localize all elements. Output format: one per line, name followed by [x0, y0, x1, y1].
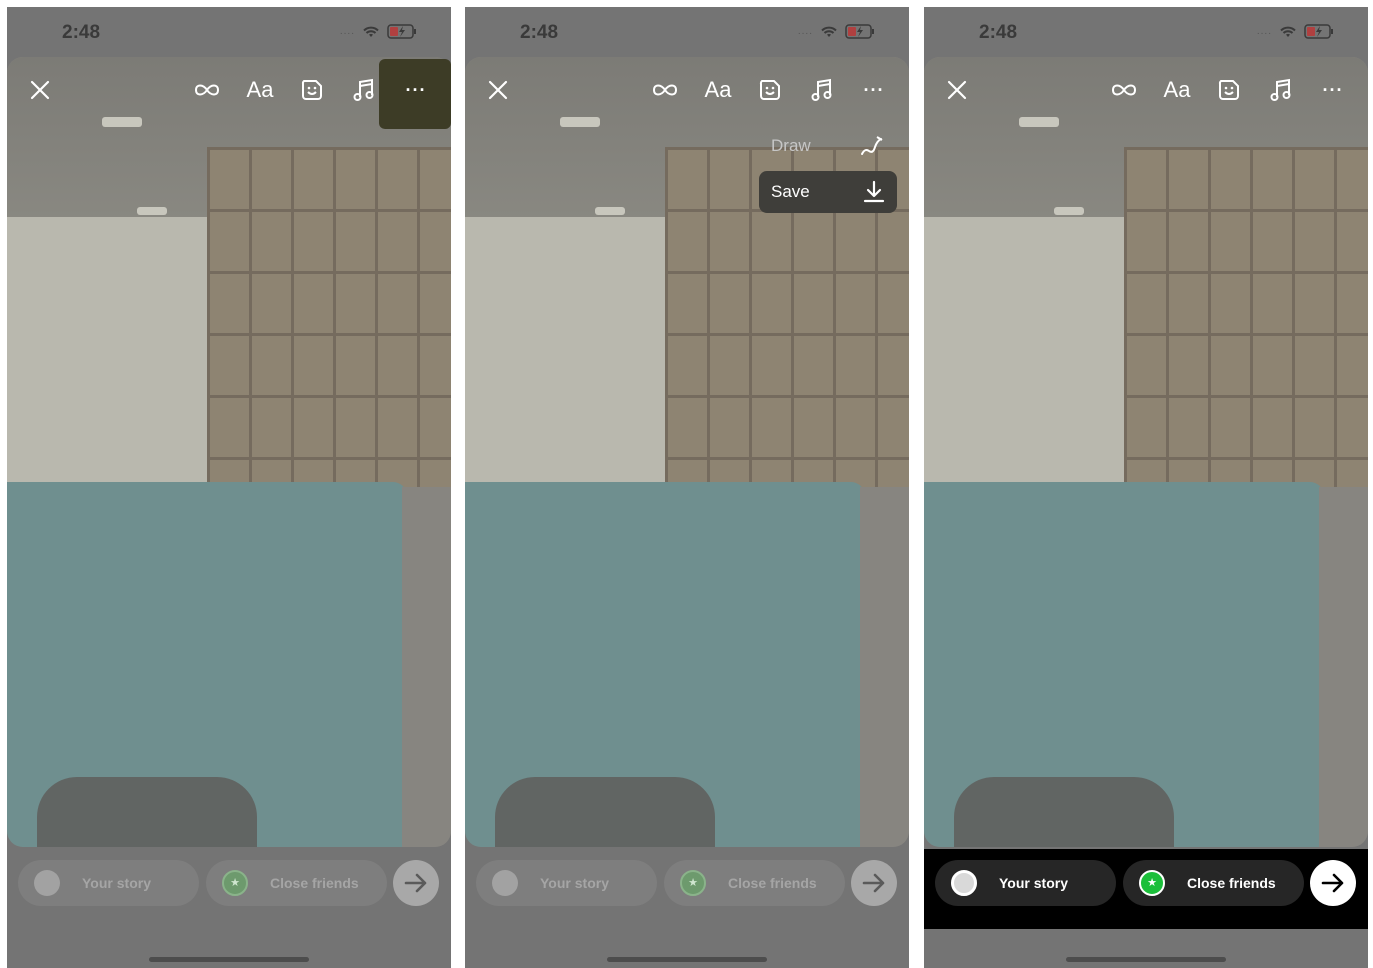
- signal-icon: ....: [1256, 26, 1272, 37]
- screen-step-3: 2:48 .... Aa ··· Your story ★ Close frie…: [924, 7, 1368, 968]
- download-icon: [863, 180, 885, 203]
- infinity-icon[interactable]: [192, 75, 222, 105]
- music-icon[interactable]: [807, 75, 837, 105]
- more-icon[interactable]: ···: [859, 75, 889, 105]
- arrow-right-icon[interactable]: [393, 860, 439, 906]
- signal-icon: ....: [797, 26, 813, 37]
- share-bar: Your story ★ Close friends: [7, 849, 451, 929]
- star-icon: ★: [1139, 870, 1165, 896]
- avatar: [34, 870, 60, 896]
- screen-step-1: 2:48 .... Aa ··· Your story ★ Close frie…: [7, 7, 451, 968]
- your-story-label: Your story: [540, 875, 609, 891]
- more-icon[interactable]: ···: [1318, 75, 1348, 105]
- avatar: [951, 870, 977, 896]
- arrow-right-icon[interactable]: [851, 860, 897, 906]
- text-icon[interactable]: Aa: [703, 75, 733, 105]
- story-photo: [7, 57, 451, 847]
- arrow-right-icon[interactable]: [1310, 860, 1356, 906]
- battery-icon: [387, 24, 416, 39]
- battery-icon: [845, 24, 874, 39]
- music-icon[interactable]: [349, 75, 379, 105]
- status-icons: ....: [340, 24, 417, 39]
- story-toolbar: Aa ···: [924, 69, 1368, 113]
- text-tool-label: Aa: [704, 77, 732, 102]
- infinity-icon[interactable]: [1109, 75, 1139, 105]
- star-icon: ★: [680, 870, 706, 896]
- avatar: [492, 870, 518, 896]
- text-icon[interactable]: Aa: [1162, 75, 1192, 105]
- status-icons: ....: [798, 24, 875, 39]
- home-indicator: [607, 957, 767, 962]
- menu-item-draw[interactable]: Draw: [759, 125, 897, 167]
- your-story-button[interactable]: Your story: [476, 860, 657, 906]
- wifi-icon: [821, 26, 837, 37]
- story-toolbar: Aa ···: [7, 69, 451, 113]
- screen-step-2: 2:48 .... Aa ··· Draw Save Your story ★ …: [465, 7, 909, 968]
- close-friends-label: Close friends: [1187, 875, 1276, 891]
- menu-item-save[interactable]: Save: [759, 171, 897, 213]
- star-icon: ★: [222, 870, 248, 896]
- wifi-icon: [363, 26, 379, 37]
- close-friends-label: Close friends: [270, 875, 359, 891]
- draw-label: Draw: [771, 136, 811, 155]
- your-story-button[interactable]: Your story: [18, 860, 199, 906]
- text-tool-label: Aa: [1163, 77, 1191, 102]
- status-icons: ....: [1257, 24, 1334, 39]
- close-friends-button[interactable]: ★ Close friends: [664, 860, 845, 906]
- text-tool-label: Aa: [246, 77, 274, 102]
- your-story-button[interactable]: Your story: [935, 860, 1116, 906]
- share-bar: Your story ★ Close friends: [465, 849, 909, 929]
- your-story-label: Your story: [82, 875, 151, 891]
- signal-icon: ....: [339, 26, 355, 37]
- save-label: Save: [771, 182, 810, 201]
- sticker-icon[interactable]: [1214, 75, 1244, 105]
- text-icon[interactable]: Aa: [245, 75, 275, 105]
- story-photo: [924, 57, 1368, 847]
- more-menu: Draw Save: [759, 125, 897, 213]
- close-icon[interactable]: [942, 75, 972, 105]
- more-icon[interactable]: ···: [401, 75, 431, 105]
- draw-icon: [861, 136, 883, 155]
- music-icon[interactable]: [1266, 75, 1296, 105]
- home-indicator: [1066, 957, 1226, 962]
- status-time: 2:48: [62, 22, 101, 43]
- status-time: 2:48: [520, 22, 559, 43]
- infinity-icon[interactable]: [650, 75, 680, 105]
- sticker-icon[interactable]: [755, 75, 785, 105]
- close-icon[interactable]: [483, 75, 513, 105]
- your-story-label: Your story: [999, 875, 1068, 891]
- status-time: 2:48: [979, 22, 1018, 43]
- share-bar: Your story ★ Close friends: [924, 849, 1368, 929]
- close-friends-label: Close friends: [728, 875, 817, 891]
- wifi-icon: [1280, 26, 1296, 37]
- close-friends-button[interactable]: ★ Close friends: [206, 860, 387, 906]
- battery-icon: [1304, 24, 1333, 39]
- story-toolbar: Aa ···: [465, 69, 909, 113]
- close-icon[interactable]: [25, 75, 55, 105]
- close-friends-button[interactable]: ★ Close friends: [1123, 860, 1304, 906]
- home-indicator: [149, 957, 309, 962]
- sticker-icon[interactable]: [297, 75, 327, 105]
